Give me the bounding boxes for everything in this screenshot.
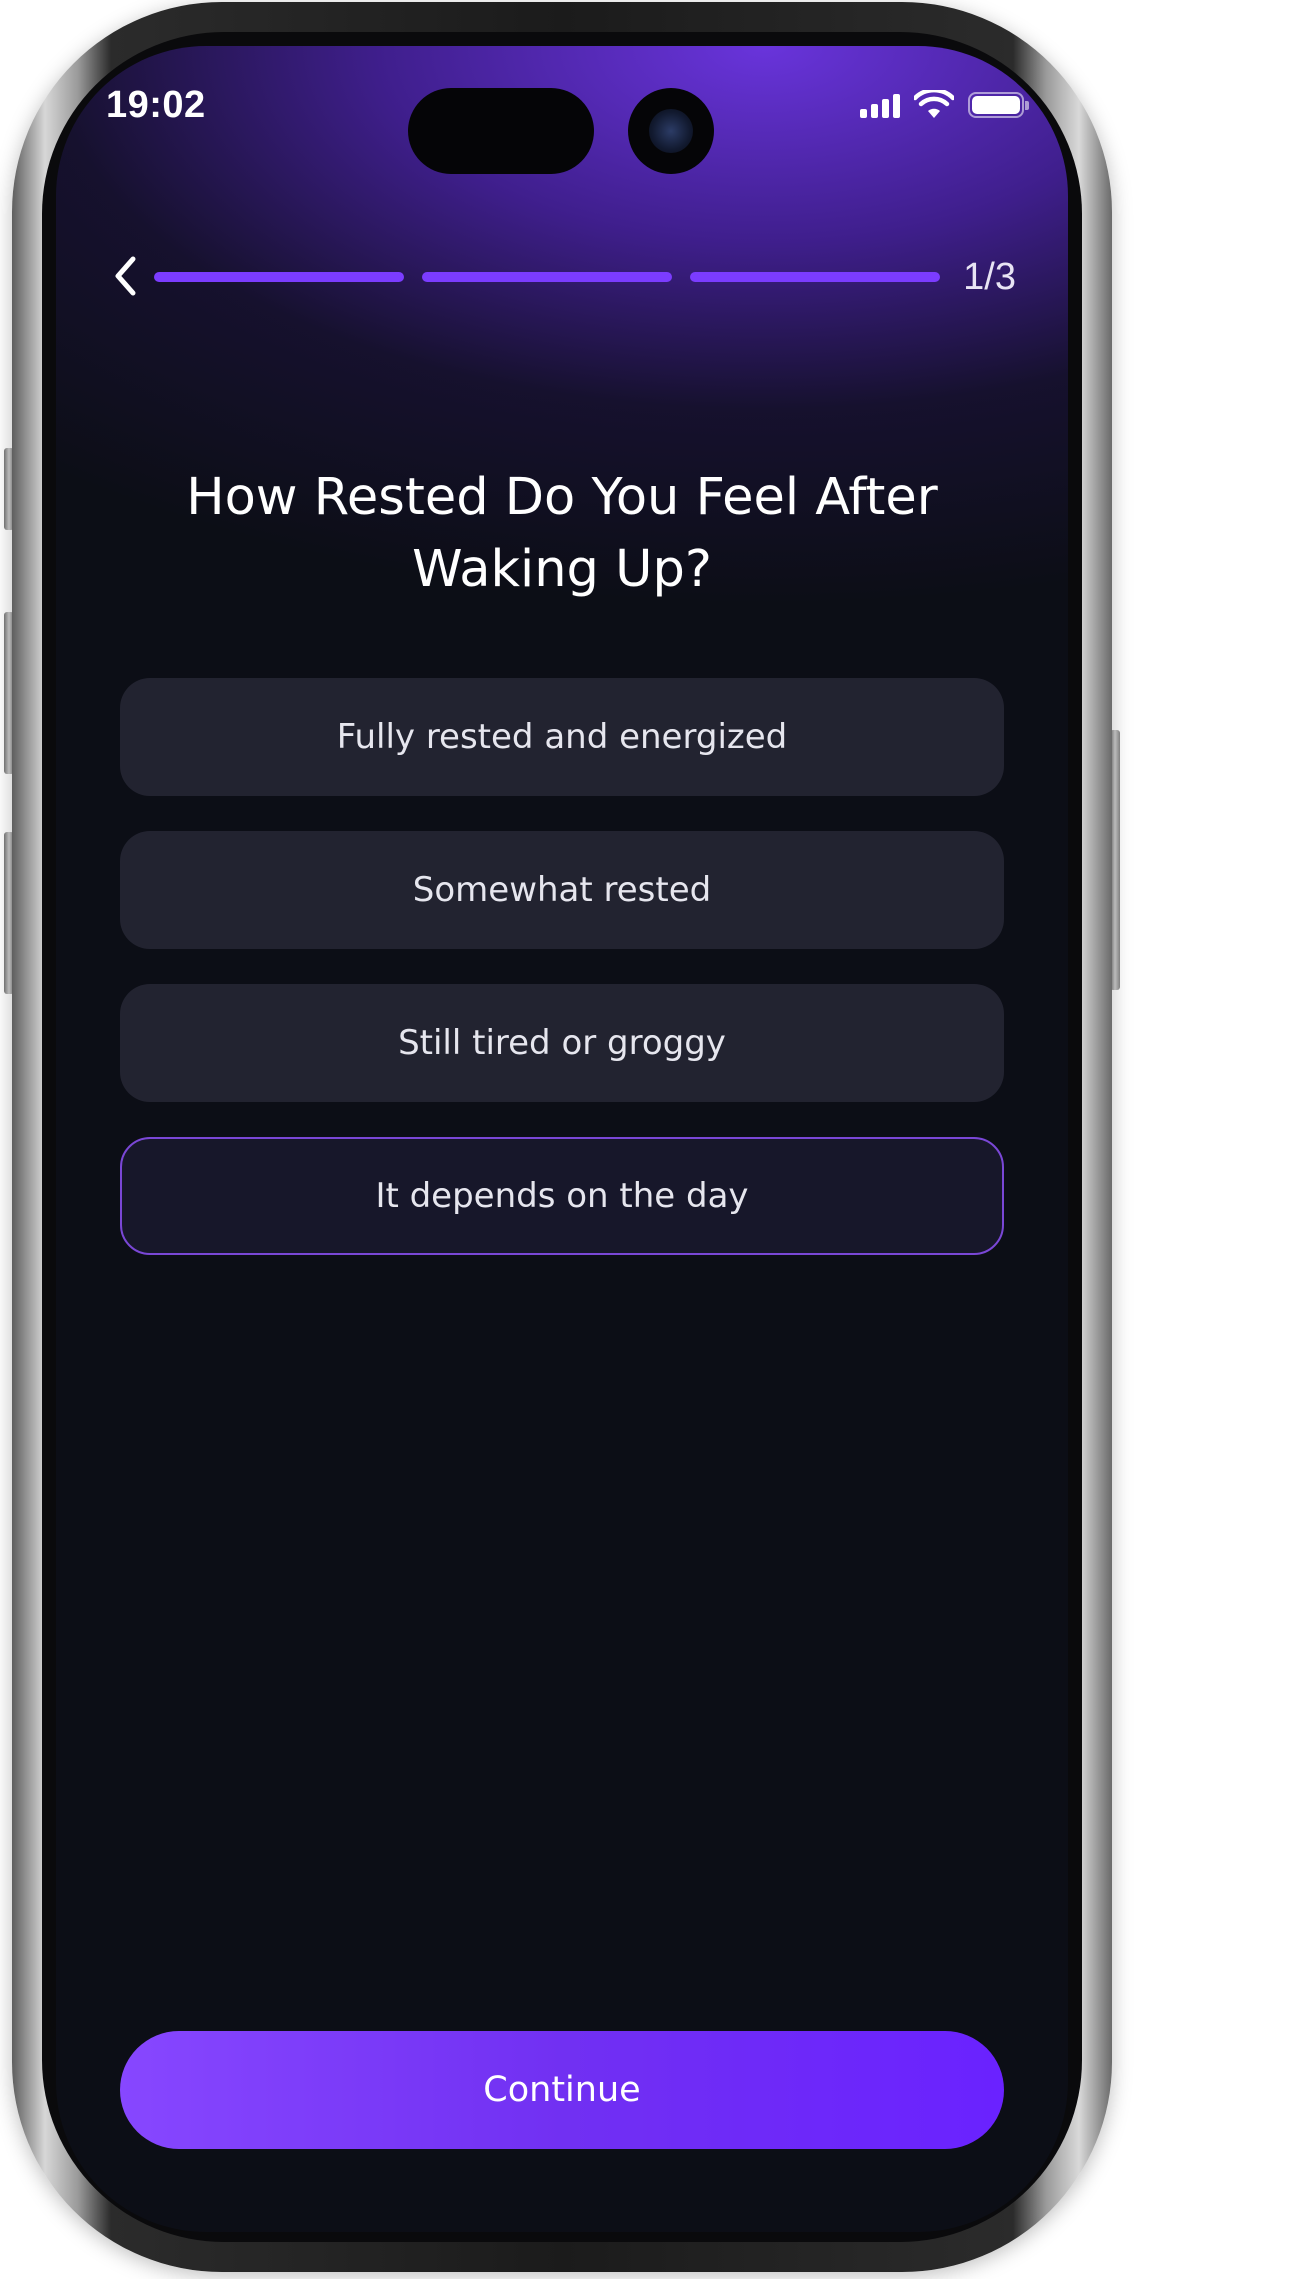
battery-fill <box>972 96 1020 114</box>
app-screen: 19:02 1/3 How Rested Do You Feel After W… <box>56 46 1068 2232</box>
progress-segment-3 <box>690 272 940 282</box>
chevron-left-icon <box>115 256 136 296</box>
progress-segment-2 <box>422 272 672 282</box>
option-still-tired[interactable]: Still tired or groggy <box>120 984 1004 1102</box>
status-time: 19:02 <box>106 84 206 126</box>
cellular-signal-icon <box>860 92 900 118</box>
battery-cap <box>1025 101 1029 110</box>
step-counter: 1/3 <box>963 256 1016 298</box>
option-fully-rested[interactable]: Fully rested and energized <box>120 678 1004 796</box>
option-somewhat-rested[interactable]: Somewhat rested <box>120 831 1004 949</box>
back-button[interactable] <box>106 250 146 302</box>
dynamic-island <box>408 88 594 174</box>
continue-button[interactable]: Continue <box>120 2031 1004 2149</box>
front-camera <box>628 88 714 174</box>
battery-icon <box>968 92 1029 118</box>
question-title: How Rested Do You Feel After Waking Up? <box>186 468 938 599</box>
camera-lens <box>649 109 693 153</box>
option-depends-on-day[interactable]: It depends on the day <box>120 1137 1004 1255</box>
mockup-stage: 19:02 1/3 How Rested Do You Feel After W… <box>0 0 1299 2279</box>
wifi-icon <box>914 90 954 118</box>
answer-options: Fully rested and energized Somewhat rest… <box>120 678 1004 1290</box>
progress-segment-1 <box>154 272 404 282</box>
progress-bar <box>154 272 940 282</box>
status-icons <box>860 90 1029 120</box>
